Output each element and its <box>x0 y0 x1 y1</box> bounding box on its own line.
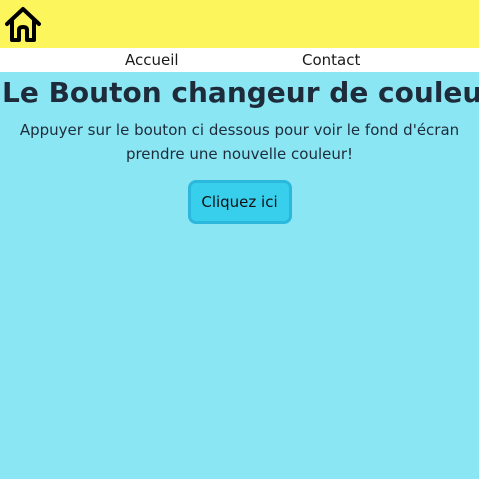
nav-link-contact[interactable]: Contact <box>302 51 360 69</box>
main-content: Le Bouton changeur de couleur Appuyer su… <box>0 74 479 224</box>
top-bar <box>0 0 479 48</box>
change-color-button[interactable]: Cliquez ici <box>187 180 292 224</box>
nav-link-accueil[interactable]: Accueil <box>125 51 179 69</box>
home-button[interactable] <box>2 2 44 46</box>
home-icon <box>5 7 41 42</box>
page-title: Le Bouton changeur de couleur <box>2 76 479 109</box>
page-description: Appuyer sur le bouton ci dessous pour vo… <box>19 121 460 163</box>
nav-bar: Accueil Contact <box>0 48 479 72</box>
